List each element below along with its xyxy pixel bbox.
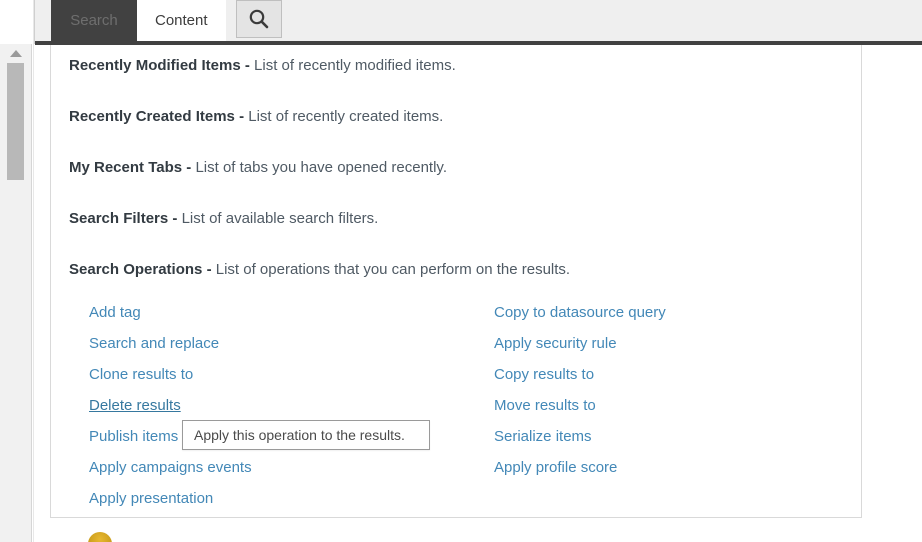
status-badge-partial-icon [88,532,112,542]
operation-link-apply-campaigns-events[interactable]: Apply campaigns events [89,452,469,483]
tab-bar: Search Content [51,0,226,41]
description-item: Recently Modified Items - List of recent… [69,55,849,76]
description-text: List of operations that you can perform … [215,261,571,278]
operation-link-copy-results-to[interactable]: Copy results to [494,359,824,390]
operation-link-delete-results[interactable]: Delete results [89,390,469,421]
window-inner-rule [40,44,41,542]
description-item: Search Operations - List of operations t… [69,259,849,280]
description-item: Recently Created Items - List of recentl… [69,106,849,127]
page-scrollbar[interactable] [0,44,32,542]
operation-link-add-tag[interactable]: Add tag [89,297,469,328]
tab-content[interactable]: Content [137,0,226,41]
description-text: List of recently modified items. [254,57,456,74]
operation-link-move-results-to[interactable]: Move results to [494,390,824,421]
description-item: Search Filters - List of available searc… [69,208,849,229]
description-separator: - [172,210,178,227]
operation-link-search-and-replace[interactable]: Search and replace [89,328,469,359]
description-separator: - [244,57,250,74]
operation-link-apply-profile-score[interactable]: Apply profile score [494,452,824,483]
search-icon [247,7,271,31]
operation-link-apply-security-rule[interactable]: Apply security rule [494,328,824,359]
window-left-rule [33,0,34,542]
operation-link-serialize-items[interactable]: Serialize items [494,421,824,452]
description-term: Search Operations [69,261,203,278]
window-left-gutter [0,0,35,44]
operations-column-left: Add tag Search and replace Clone results… [89,297,469,514]
description-text: List of tabs you have opened recently. [195,159,447,176]
description-text: List of available search filters. [181,210,379,227]
tab-content-label: Content [155,12,208,29]
search-button[interactable] [236,0,282,38]
chevron-up-icon[interactable] [0,44,31,62]
operations-column-right: Copy to datasource query Apply security … [494,297,824,483]
description-term: Recently Modified Items [69,57,241,74]
description-list: Recently Modified Items - List of recent… [69,55,849,310]
description-term: Search Filters [69,210,169,227]
tooltip: Apply this operation to the results. [182,420,430,450]
scrollbar-thumb[interactable] [7,63,24,180]
operation-link-clone-results-to[interactable]: Clone results to [89,359,469,390]
app-window: Search Content Recently Modified Items -… [0,0,922,542]
tab-search-label: Search [70,12,118,29]
operation-link-apply-presentation[interactable]: Apply presentation [89,483,469,514]
tab-search[interactable]: Search [51,0,137,41]
operation-link-copy-to-datasource-query[interactable]: Copy to datasource query [494,297,824,328]
description-separator: - [239,108,245,125]
description-term: My Recent Tabs [69,159,183,176]
description-term: Recently Created Items [69,108,235,125]
description-text: List of recently created items. [248,108,444,125]
description-separator: - [206,261,212,278]
tooltip-text: Apply this operation to the results. [194,427,405,443]
content-panel: Recently Modified Items - List of recent… [50,45,862,518]
description-item: My Recent Tabs - List of tabs you have o… [69,157,849,178]
description-separator: - [186,159,192,176]
